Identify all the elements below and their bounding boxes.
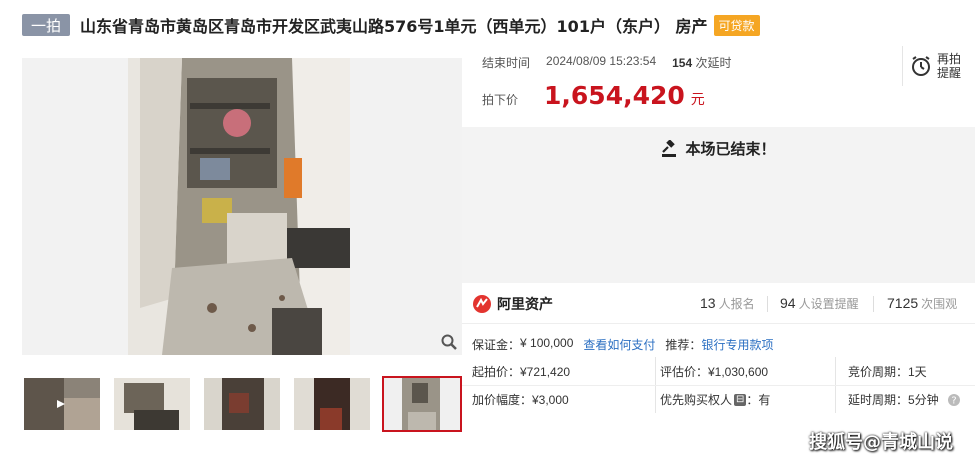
deposit-label: 保证金：: [472, 338, 521, 352]
end-time-row: 结束时间 2024/08/09 15:23:54 154 次延时: [482, 54, 732, 71]
final-price-label: 拍下价: [482, 93, 519, 107]
reminder-stat: 94 人设置提醒: [780, 295, 859, 312]
deposit-row: 保证金： ¥ 100,000 查看如何支付 推荐： 银行专用款项: [472, 336, 773, 353]
auction-ended-box: 本场已结束！: [462, 127, 975, 283]
ended-message: 本场已结束！: [685, 141, 776, 158]
end-time-label: 结束时间: [482, 56, 531, 70]
deposit-value: ¥ 100,000: [520, 336, 574, 350]
signup-label: 人报名: [718, 297, 755, 311]
recommend-label: 推荐：: [665, 338, 702, 352]
how-to-pay-link[interactable]: 查看如何支付: [583, 336, 655, 353]
alarm-clock-icon: [912, 56, 930, 76]
thumbnail-4[interactable]: [294, 378, 370, 430]
watermark: 搜狐号@青城山说: [809, 432, 953, 453]
view-stat: 7125 次围观: [887, 295, 957, 312]
delay-label: 次延时: [695, 56, 732, 70]
bid-period: 竞价周期：1天: [848, 365, 927, 379]
thumbnail-1-image: [24, 378, 100, 430]
thumbnail-4-image: [294, 378, 370, 430]
stats-row: 阿里资产 13 人报名 94 人设置提醒 7125 次围观: [462, 284, 975, 324]
view-count: 7125: [887, 295, 919, 311]
thumbnail-2[interactable]: [114, 378, 190, 430]
magnifier-icon: [441, 334, 457, 350]
priority-buyer-value: ：有: [746, 393, 771, 407]
delay-count: 154: [672, 56, 693, 70]
reminder-label: 人设置提醒: [798, 297, 859, 311]
signup-count: 13: [700, 295, 716, 311]
stat-divider: [767, 296, 768, 312]
currency-unit: 元: [690, 91, 705, 107]
help-icon[interactable]: ?: [947, 393, 961, 407]
thumbnail-1[interactable]: [24, 378, 100, 430]
loan-badge: 可贷款: [713, 14, 760, 36]
start-price: 起拍价：¥721,420: [472, 365, 571, 379]
ali-assets-logo-icon: [473, 295, 491, 313]
grid-row-divider: [462, 385, 975, 386]
thumbnail-2-image: [114, 378, 190, 430]
priority-buyer-label: 优先购买权人: [660, 393, 733, 407]
main-photo[interactable]: [22, 58, 462, 355]
bid-increment: 加价幅度：¥3,000: [472, 393, 569, 407]
reminder-count: 94: [780, 295, 796, 311]
delay-period-text: 延时周期：5分钟: [848, 393, 939, 407]
auction-round-badge: 一拍: [22, 14, 71, 36]
thumbnail-strip: [22, 376, 462, 432]
signup-stat: 13 人报名: [700, 295, 755, 312]
rebid-label: 再拍提醒: [937, 52, 962, 80]
delay-period: 延时周期：5分钟 ?: [848, 391, 961, 408]
final-price-value: 1,654,420: [544, 81, 685, 110]
stat-divider: [873, 296, 874, 312]
appraisal-price: 评估价：¥1,030,600: [660, 365, 769, 379]
final-price-row: 拍下价 1,654,420 元: [482, 81, 705, 110]
zoom-button[interactable]: [438, 331, 460, 353]
thumbnail-3-image: [204, 378, 280, 430]
auction-details-grid: 起拍价：¥721,420 评估价：¥1,030,600 竞价周期：1天 加价幅度…: [462, 357, 975, 433]
ended-message-row: 本场已结束！: [462, 138, 975, 159]
title-row: 一拍 山东省青岛市黄岛区青岛市开发区武夷山路576号1单元（西单元）101户（东…: [22, 12, 962, 38]
thumbnail-3[interactable]: [204, 378, 280, 430]
platform-name: 阿里资产: [497, 297, 553, 313]
gavel-icon: [662, 139, 677, 157]
end-time-value: 2024/08/09 15:23:54: [546, 54, 657, 68]
page-title: 山东省青岛市黄岛区青岛市开发区武夷山路576号1单元（西单元）101户（东户） …: [80, 17, 708, 36]
rebid-reminder-button[interactable]: 再拍提醒: [902, 46, 970, 86]
bank-payment-link[interactable]: 银行专用款项: [701, 336, 773, 353]
thumbnail-5-image: [384, 378, 460, 430]
view-label: 次围观: [921, 297, 958, 311]
main-photo-image: [22, 58, 462, 355]
priority-buyer: 优先购买权人 ⊟ ：有: [660, 391, 770, 408]
info-tag-icon[interactable]: ⊟: [734, 393, 747, 406]
platform-logo: 阿里资产: [472, 294, 553, 314]
thumbnail-5-selected[interactable]: [382, 376, 462, 432]
svg-text:?: ?: [951, 395, 956, 406]
